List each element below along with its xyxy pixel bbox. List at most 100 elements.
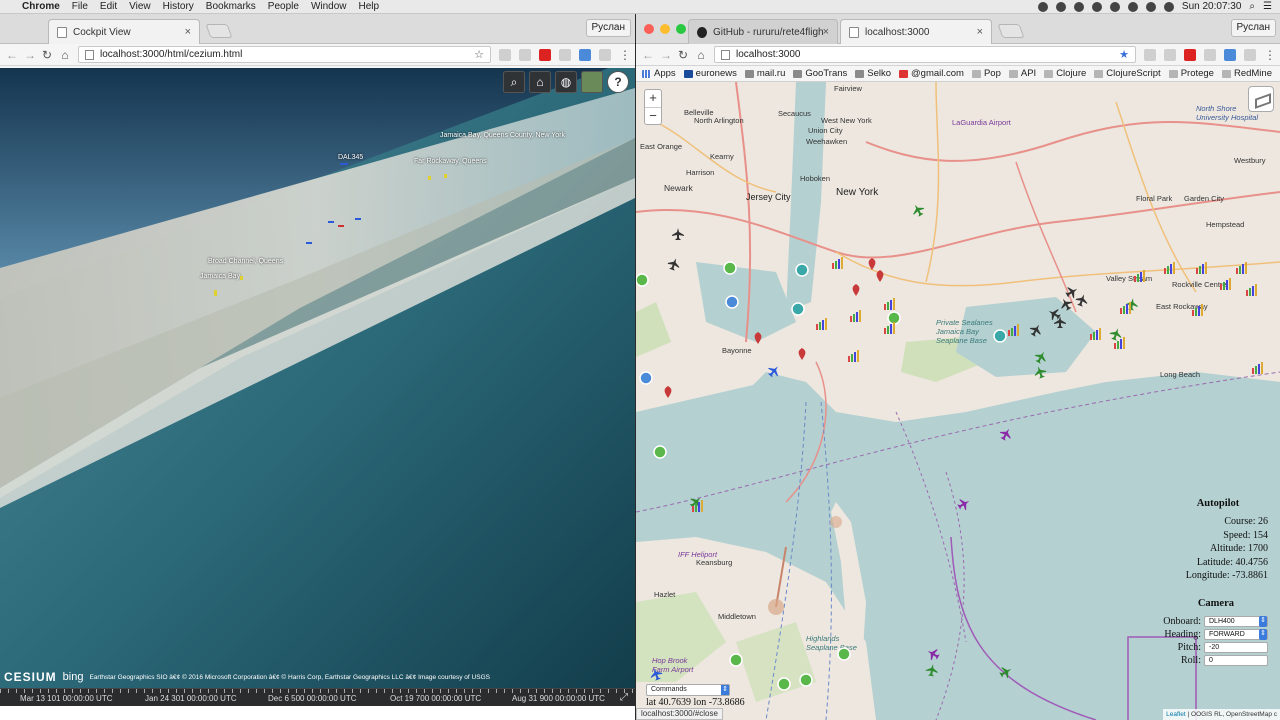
telegram-icon[interactable]: [1091, 1, 1102, 12]
building-marker-icon[interactable]: [1014, 326, 1016, 336]
building-marker-icon[interactable]: [884, 328, 886, 334]
new-tab-button[interactable]: [205, 24, 233, 38]
bluetooth-icon[interactable]: [1127, 1, 1138, 12]
location-pin-icon[interactable]: [868, 258, 876, 270]
menu-view[interactable]: View: [129, 1, 151, 12]
building-marker-icon[interactable]: [1255, 366, 1257, 374]
extension-icon[interactable]: [1204, 48, 1216, 61]
aircraft-icon[interactable]: [910, 202, 926, 218]
building-marker-icon[interactable]: [835, 261, 837, 269]
home-icon[interactable]: ⌂: [60, 48, 70, 62]
aircraft-icon[interactable]: [1058, 296, 1074, 312]
building-marker-icon[interactable]: [853, 314, 855, 322]
back-icon[interactable]: ←: [642, 48, 654, 62]
building-marker-icon[interactable]: [1192, 310, 1194, 316]
aircraft-icon[interactable]: [998, 426, 1014, 442]
building-marker-icon[interactable]: [838, 259, 840, 269]
bookmark-apps[interactable]: Apps: [642, 68, 676, 79]
water-marker-icon[interactable]: [795, 263, 809, 277]
building-marker-icon[interactable]: [1123, 337, 1125, 349]
menu-edit[interactable]: Edit: [100, 1, 117, 12]
park-marker-icon[interactable]: [837, 647, 851, 661]
building-marker-icon[interactable]: [857, 350, 859, 362]
wifi-icon[interactable]: [1145, 1, 1156, 12]
aircraft-icon[interactable]: [1028, 322, 1044, 338]
building-marker-icon[interactable]: [1137, 274, 1139, 282]
menu-icon[interactable]: ⋮: [619, 48, 631, 62]
building-marker-icon[interactable]: [1205, 262, 1207, 274]
zoom-in-button[interactable]: +: [645, 90, 661, 107]
zoom-out-button[interactable]: −: [645, 107, 661, 124]
building-marker-icon[interactable]: [1201, 304, 1203, 316]
aircraft-icon[interactable]: [1032, 364, 1047, 379]
close-window-icon[interactable]: [644, 24, 654, 34]
building-marker-icon[interactable]: [1245, 262, 1247, 274]
building-marker-icon[interactable]: [1249, 288, 1251, 296]
extension-icon[interactable]: [1164, 48, 1176, 61]
building-marker-icon[interactable]: [1129, 302, 1131, 314]
menubar-clock[interactable]: Sun 20:07:30: [1182, 1, 1242, 12]
aircraft-icon[interactable]: [766, 363, 783, 380]
building-marker-icon[interactable]: [825, 318, 827, 330]
tab-cockpit-view[interactable]: Cockpit View ×: [48, 19, 200, 44]
tab-github[interactable]: GitHub - rururu/rete4flights: A ×: [688, 19, 838, 44]
bookmark-mail-ru[interactable]: mail.ru: [744, 68, 785, 79]
building-marker-icon[interactable]: [701, 500, 703, 512]
leaflet-map[interactable]: New York Jersey City Newark Hoboken Weeh…: [636, 82, 1280, 720]
search-icon[interactable]: ⌕: [1249, 1, 1255, 12]
bookmark-euronews[interactable]: euronews: [683, 68, 737, 79]
extension-badge-icon[interactable]: [1184, 48, 1196, 61]
aircraft-icon[interactable]: [1074, 292, 1089, 307]
park-marker-icon[interactable]: [653, 445, 667, 459]
bookmark-clojure[interactable]: Clojure: [1044, 68, 1086, 79]
location-pin-icon[interactable]: [876, 270, 884, 282]
reload-icon[interactable]: ↻: [678, 48, 688, 62]
building-marker-icon[interactable]: [893, 322, 895, 334]
building-marker-icon[interactable]: [819, 322, 821, 330]
building-marker-icon[interactable]: [890, 324, 892, 334]
onboard-select[interactable]: DLH400: [1204, 616, 1268, 627]
extension-icon[interactable]: [579, 48, 591, 61]
park-marker-icon[interactable]: [799, 673, 813, 687]
location-pin-icon[interactable]: [852, 284, 860, 296]
home-icon[interactable]: ⌂: [696, 48, 706, 62]
info-marker-icon[interactable]: [725, 295, 739, 309]
building-marker-icon[interactable]: [1202, 264, 1204, 274]
extension-icon[interactable]: [559, 48, 571, 61]
cesium-logo[interactable]: CESIUM: [4, 670, 57, 684]
building-marker-icon[interactable]: [1239, 266, 1241, 274]
building-marker-icon[interactable]: [1096, 330, 1098, 340]
aircraft-icon[interactable]: [956, 496, 972, 512]
extension-icon[interactable]: [1244, 48, 1256, 61]
building-marker-icon[interactable]: [1261, 362, 1263, 374]
extension-icon[interactable]: [1144, 48, 1156, 61]
building-marker-icon[interactable]: [850, 316, 852, 322]
park-marker-icon[interactable]: [777, 677, 791, 691]
building-marker-icon[interactable]: [1090, 334, 1092, 340]
park-marker-icon[interactable]: [636, 273, 649, 287]
building-marker-icon[interactable]: [1195, 308, 1197, 316]
building-marker-icon[interactable]: [1143, 270, 1145, 282]
building-marker-icon[interactable]: [1140, 272, 1142, 282]
water-marker-icon[interactable]: [993, 329, 1007, 343]
building-marker-icon[interactable]: [856, 312, 858, 322]
heading-select[interactable]: FORWARD: [1204, 629, 1268, 640]
building-marker-icon[interactable]: [698, 502, 700, 512]
bookmark-star-icon[interactable]: ★: [1119, 48, 1129, 61]
building-marker-icon[interactable]: [1134, 276, 1136, 282]
zoom-window-icon[interactable]: [676, 24, 686, 34]
close-icon[interactable]: ×: [823, 26, 829, 38]
building-marker-icon[interactable]: [1226, 280, 1228, 290]
aircraft-icon[interactable]: [1064, 284, 1080, 300]
building-marker-icon[interactable]: [1008, 330, 1010, 336]
skype-icon[interactable]: [1073, 1, 1084, 12]
back-icon[interactable]: ←: [6, 48, 18, 62]
cesium-viewer[interactable]: ⌕ ⌂ ◍ ? DAL345 Jamaica Bay, Queens Count…: [0, 68, 635, 706]
pitch-input[interactable]: -20: [1204, 642, 1268, 653]
tab-localhost[interactable]: localhost:3000 ×: [840, 19, 992, 44]
building-marker-icon[interactable]: [884, 304, 886, 310]
building-marker-icon[interactable]: [1252, 368, 1254, 374]
building-marker-icon[interactable]: [1017, 324, 1019, 336]
bookmark-star-icon[interactable]: ☆: [474, 48, 484, 61]
building-marker-icon[interactable]: [1236, 268, 1238, 274]
